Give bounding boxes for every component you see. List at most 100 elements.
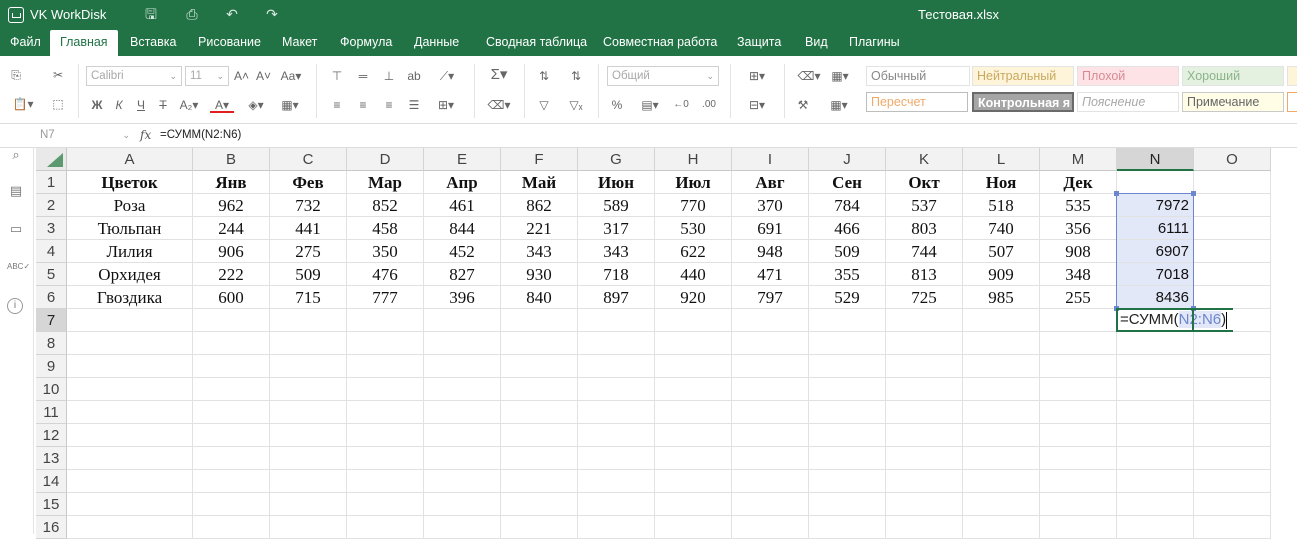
cell[interactable]	[270, 355, 347, 378]
cell[interactable]	[193, 332, 270, 355]
cell[interactable]	[963, 401, 1040, 424]
value-cell[interactable]: 461	[424, 194, 501, 217]
cell[interactable]	[67, 332, 193, 355]
cell[interactable]	[67, 470, 193, 493]
total-cell[interactable]: 7972	[1117, 194, 1194, 217]
value-cell[interactable]: 985	[963, 286, 1040, 309]
cell[interactable]	[963, 378, 1040, 401]
style-bad[interactable]: Плохой	[1077, 66, 1179, 86]
value-cell[interactable]: 725	[886, 286, 963, 309]
value-cell[interactable]: 920	[655, 286, 732, 309]
total-cell[interactable]: 6907	[1117, 240, 1194, 263]
value-cell[interactable]: 507	[963, 240, 1040, 263]
cell[interactable]	[809, 309, 886, 332]
fx-icon[interactable]: fx	[140, 126, 151, 145]
cell[interactable]	[347, 424, 424, 447]
value-cell[interactable]: 740	[963, 217, 1040, 240]
menu-item-2[interactable]: Вставка	[120, 30, 186, 56]
cell[interactable]	[270, 493, 347, 516]
chat-icon[interactable]: ▭	[7, 220, 25, 238]
subscript-icon[interactable]: A₂▾	[178, 97, 200, 113]
cell[interactable]	[347, 470, 424, 493]
header-cell[interactable]: Окт	[886, 171, 963, 194]
cell[interactable]	[347, 447, 424, 470]
increase-decimal-icon[interactable]: .00	[700, 97, 718, 113]
cell[interactable]	[963, 493, 1040, 516]
header-cell[interactable]: Цветок	[67, 171, 193, 194]
value-cell[interactable]: 744	[886, 240, 963, 263]
style-overflow-2[interactable]	[1287, 92, 1297, 112]
cell[interactable]	[578, 470, 655, 493]
cell[interactable]	[1194, 217, 1271, 240]
value-cell[interactable]: 732	[270, 194, 347, 217]
cell[interactable]	[655, 516, 732, 539]
cell[interactable]	[1194, 516, 1271, 539]
cell[interactable]	[1194, 240, 1271, 263]
style-good[interactable]: Хороший	[1182, 66, 1284, 86]
cell[interactable]	[1040, 401, 1117, 424]
autosum-icon[interactable]: Σ▾	[484, 67, 514, 83]
cell[interactable]	[1040, 516, 1117, 539]
column-header-e[interactable]: E	[424, 148, 501, 171]
decrease-decimal-icon[interactable]: ←0	[672, 97, 690, 113]
cell[interactable]	[501, 401, 578, 424]
value-cell[interactable]: 622	[655, 240, 732, 263]
menu-item-5[interactable]: Формула	[330, 30, 402, 56]
cell[interactable]	[424, 309, 501, 332]
header-cell[interactable]: Фев	[270, 171, 347, 194]
cell[interactable]	[67, 493, 193, 516]
underline-icon[interactable]: Ч	[134, 97, 148, 113]
column-header-d[interactable]: D	[347, 148, 424, 171]
value-cell[interactable]: 784	[809, 194, 886, 217]
menu-item-4[interactable]: Макет	[272, 30, 327, 56]
cell[interactable]	[270, 332, 347, 355]
value-cell[interactable]: 908	[1040, 240, 1117, 263]
cell[interactable]	[578, 378, 655, 401]
cell[interactable]	[270, 309, 347, 332]
align-center-icon[interactable]: ≡	[356, 97, 370, 113]
value-cell[interactable]: 509	[809, 240, 886, 263]
style-normal[interactable]: Обычный	[866, 66, 970, 86]
value-cell[interactable]: 317	[578, 217, 655, 240]
cell[interactable]	[655, 424, 732, 447]
save-icon[interactable]: 🖫	[143, 6, 159, 22]
value-cell[interactable]: 897	[578, 286, 655, 309]
value-cell[interactable]: 589	[578, 194, 655, 217]
spellcheck-icon[interactable]: ABC✓	[7, 258, 30, 276]
value-cell[interactable]: 862	[501, 194, 578, 217]
row-header-7[interactable]: 7	[36, 309, 67, 332]
cell[interactable]	[963, 309, 1040, 332]
cell[interactable]	[1194, 194, 1271, 217]
style-note[interactable]: Примечание	[1182, 92, 1284, 112]
cell[interactable]	[193, 401, 270, 424]
percent-icon[interactable]: %	[610, 97, 624, 113]
cell[interactable]	[732, 493, 809, 516]
value-cell[interactable]: 275	[270, 240, 347, 263]
cell[interactable]	[1117, 516, 1194, 539]
cell[interactable]	[963, 516, 1040, 539]
cell[interactable]	[193, 493, 270, 516]
cell[interactable]	[655, 309, 732, 332]
cell[interactable]	[424, 447, 501, 470]
wrap-text-icon[interactable]: ab	[406, 68, 422, 84]
cell[interactable]	[963, 447, 1040, 470]
menu-item-9[interactable]: Защита	[727, 30, 791, 56]
copy-icon[interactable]: ⎘	[8, 67, 24, 83]
cell[interactable]	[963, 470, 1040, 493]
header-cell[interactable]: Май	[501, 171, 578, 194]
cell[interactable]	[1040, 355, 1117, 378]
insert-cells-icon[interactable]: ⊞▾	[742, 68, 772, 84]
header-cell[interactable]: Ноя	[963, 171, 1040, 194]
cell[interactable]	[578, 401, 655, 424]
cell[interactable]	[1040, 309, 1117, 332]
font-color-icon[interactable]: A▾	[210, 97, 234, 113]
header-cell[interactable]: Июл	[655, 171, 732, 194]
cell[interactable]	[963, 355, 1040, 378]
cell[interactable]	[501, 470, 578, 493]
cell[interactable]	[1117, 493, 1194, 516]
menu-item-3[interactable]: Рисование	[188, 30, 271, 56]
cell[interactable]	[347, 355, 424, 378]
column-header-n[interactable]: N	[1117, 148, 1194, 171]
cell[interactable]	[809, 401, 886, 424]
style-overflow-1[interactable]	[1287, 66, 1297, 86]
